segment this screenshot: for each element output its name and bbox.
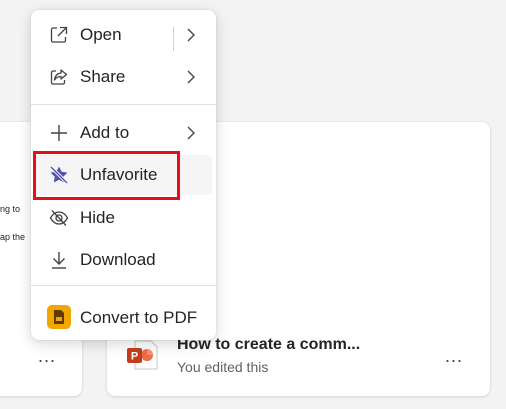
chevron-right-icon (187, 70, 195, 84)
eye-off-icon (49, 210, 69, 226)
star-off-icon (49, 165, 69, 185)
preview-text-snippet: ng to (0, 204, 21, 214)
menu-item-label: Download (80, 250, 156, 269)
menu-divider (31, 104, 216, 105)
powerpoint-file-icon: P (127, 340, 158, 370)
menu-item-hide[interactable]: Hide (35, 198, 212, 238)
plus-icon (51, 125, 67, 141)
menu-item-label: Convert to PDF (80, 308, 198, 327)
menu-item-share[interactable]: Share (35, 57, 212, 97)
menu-item-convert-to-pdf[interactable]: Convert to PDF (35, 298, 212, 338)
more-options-button[interactable]: ... (445, 347, 463, 365)
menu-item-label: Unfavorite (80, 165, 158, 184)
menu-item-download[interactable]: Download (35, 240, 212, 280)
chevron-right-icon[interactable] (186, 27, 196, 43)
more-options-button[interactable]: ... (38, 347, 56, 365)
file-subtitle: You edited this (177, 359, 269, 375)
share-icon (50, 69, 68, 85)
chevron-right-icon (187, 126, 195, 140)
menu-item-add-to[interactable]: Add to (35, 113, 212, 153)
open-external-icon (50, 26, 68, 43)
menu-item-unfavorite[interactable]: Unfavorite (35, 155, 212, 195)
menu-item-label: Hide (80, 208, 115, 227)
menu-item-open[interactable]: Open (35, 15, 212, 55)
pdf-icon (47, 305, 71, 329)
context-menu: Open Share Add to Unfavorite Hide Downlo… (31, 10, 216, 340)
menu-item-label: Add to (80, 123, 130, 142)
download-icon (52, 252, 66, 269)
menu-divider (31, 285, 216, 286)
menu-item-label: Share (80, 67, 126, 86)
svg-text:P: P (131, 351, 138, 363)
menu-item-label: Open (80, 25, 122, 44)
preview-text-snippet: ap the (0, 232, 26, 242)
split-divider (173, 27, 174, 51)
